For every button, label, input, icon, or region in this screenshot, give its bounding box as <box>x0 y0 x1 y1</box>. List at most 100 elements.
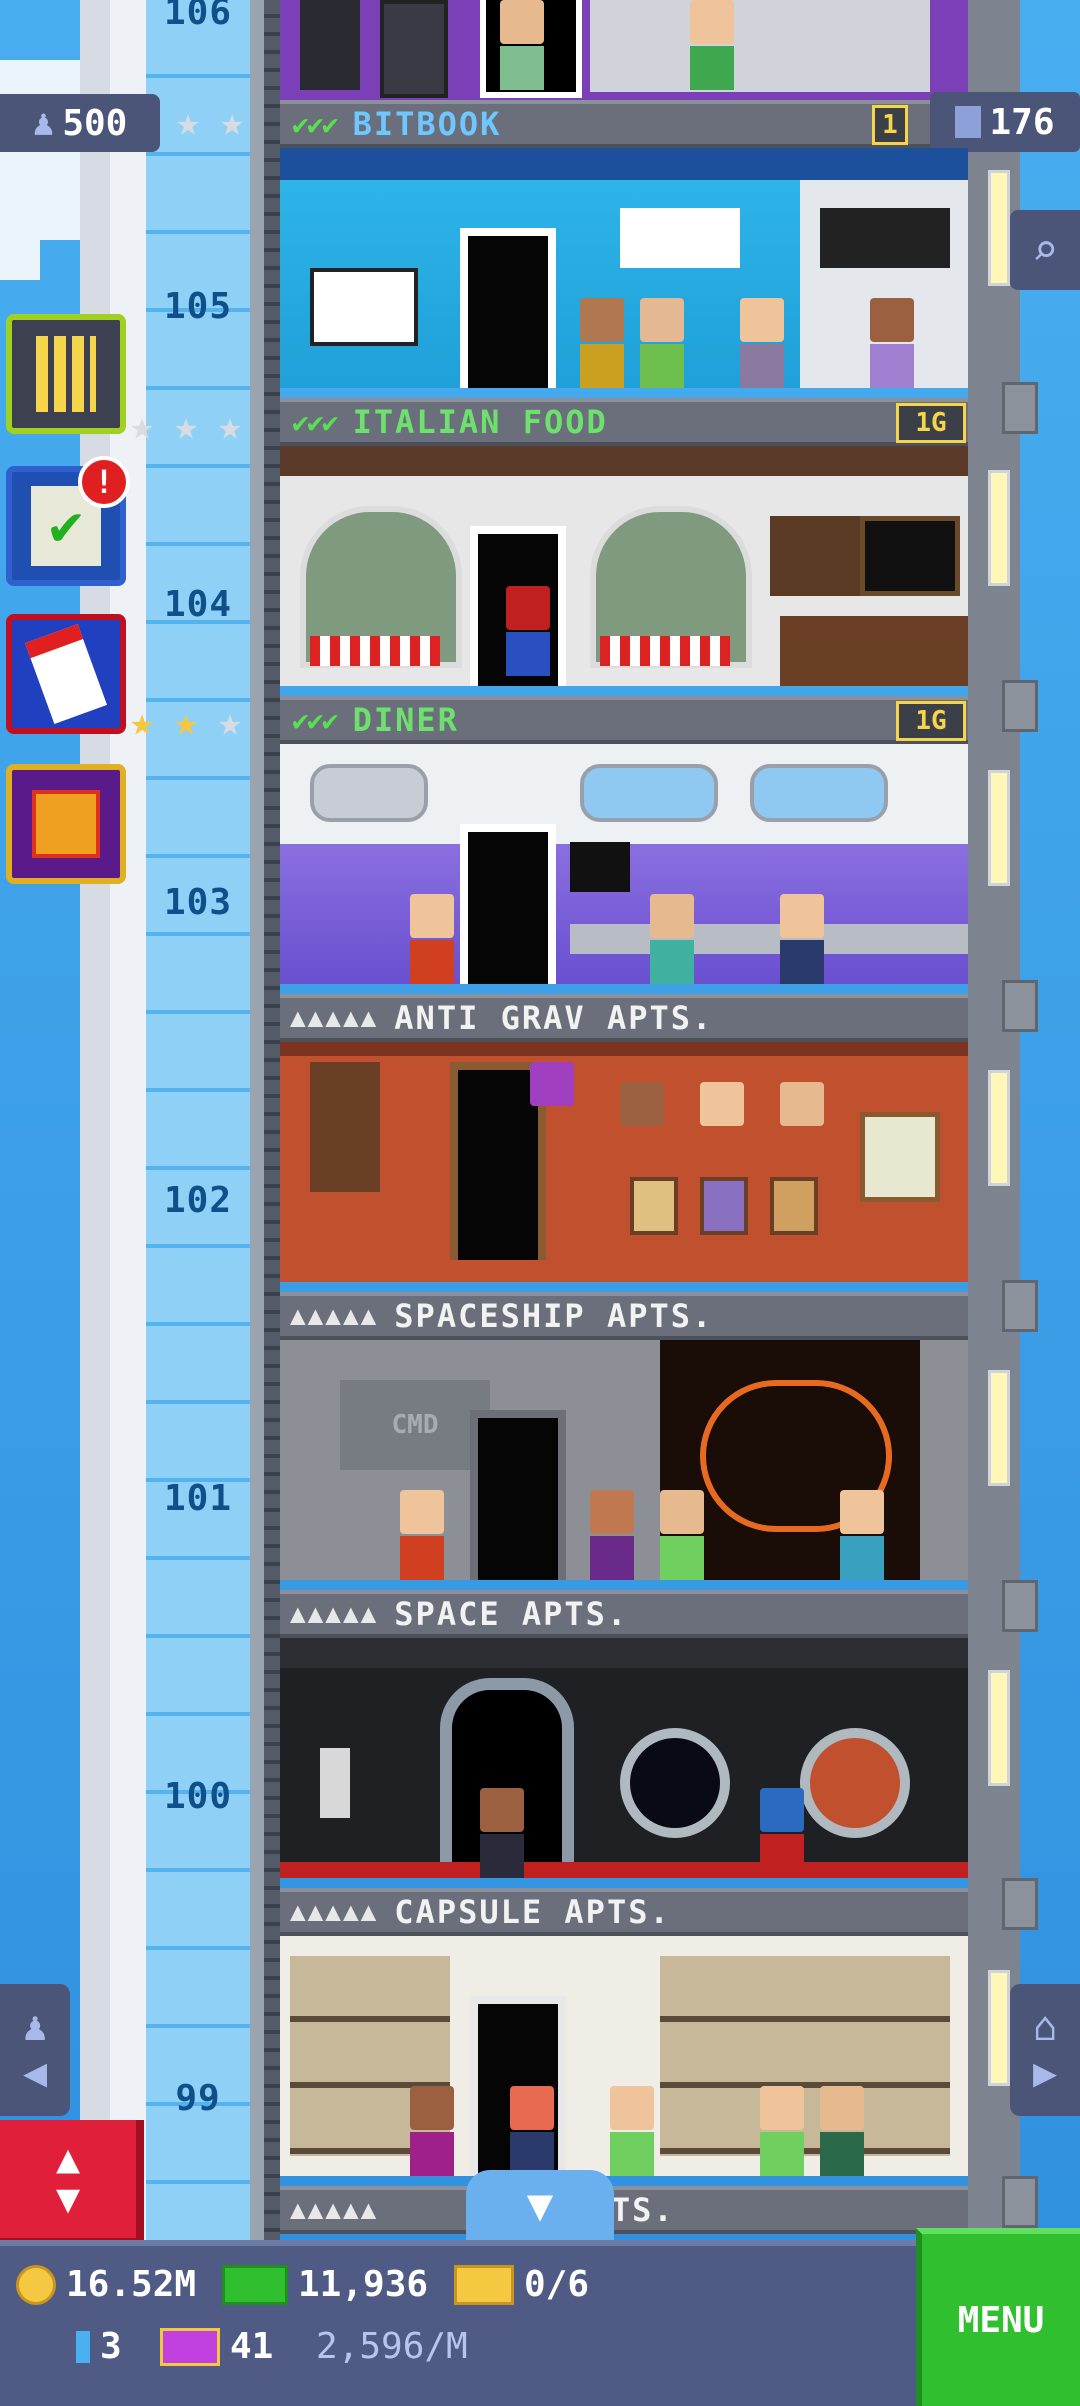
income-rate-value: 2,596/M <box>316 2326 468 2367</box>
elevator-upgrade-button[interactable] <box>6 314 126 434</box>
floor-number: 103 <box>163 882 233 923</box>
floor-name: ANTI GRAV APTS. <box>394 999 714 1037</box>
floor-banner-space-apts[interactable]: ▲▲▲▲▲ SPACE APTS. <box>280 1590 968 1638</box>
height-scale <box>146 0 250 2240</box>
floor-name: ITALIAN FOOD <box>352 403 608 441</box>
coins-value: 16.52M <box>66 2264 197 2305</box>
tower-window <box>988 1070 1010 1186</box>
floor-stars: ★ ★ ★ <box>122 702 250 742</box>
floor-tag: 1G <box>896 403 966 443</box>
floor-name: CAPSULE APTS. <box>394 1893 671 1931</box>
italian-food-room[interactable] <box>280 446 968 686</box>
tower-window <box>988 170 1010 286</box>
diner-room[interactable] <box>280 744 968 984</box>
keys-value: 3 <box>100 2326 122 2367</box>
ticket-icon <box>454 2264 514 2305</box>
floor-banner-apts[interactable]: ▲▲▲▲▲ APTS. <box>280 2186 968 2234</box>
floor-name: BITBOOK <box>352 105 502 143</box>
gift-icon <box>32 790 100 858</box>
tower-wall-left <box>264 0 280 2240</box>
menu-button[interactable]: MENU <box>916 2228 1080 2406</box>
floor-106-room[interactable] <box>280 0 968 100</box>
floor-banner-diner[interactable]: ✔✔✔ DINER 1G <box>280 696 968 744</box>
gift-button[interactable] <box>6 764 126 884</box>
bitbook-door <box>460 228 556 388</box>
elevator-bump <box>1002 382 1038 434</box>
floor-name: SPACE APTS. <box>394 1595 629 1633</box>
floor-tag: 1 <box>872 105 908 145</box>
anti-grav-apts-room[interactable] <box>280 1042 968 1282</box>
rent-dots: ▲▲▲▲▲ <box>290 1003 379 1033</box>
floor-stars: ★ ★ <box>168 102 252 142</box>
stars-checks: ✔✔✔ <box>292 703 339 737</box>
income-rate: 2,596/M <box>316 2326 468 2367</box>
floor-count-badge[interactable]: 176 <box>930 92 1080 152</box>
visitor-nav-button[interactable]: ♟ ◀ <box>0 1984 70 2116</box>
floor-banner-bitbook[interactable]: ✔✔✔ BITBOOK 1 <box>280 100 968 148</box>
calendar-icon <box>24 624 108 724</box>
star-icon: ★ <box>129 403 155 449</box>
floor-number: 99 <box>175 2078 221 2119</box>
tower-window <box>988 1970 1010 2086</box>
star-icon: ★ <box>217 699 243 745</box>
key-icon <box>76 2330 90 2363</box>
population-value: 500 <box>62 102 128 144</box>
bux-value: 11,936 <box>298 2264 429 2305</box>
floor-banner-anti-grav-apts[interactable]: ▲▲▲▲▲ ANTI GRAV APTS. <box>280 994 968 1042</box>
cloud <box>0 240 40 280</box>
elevator-bump <box>1002 1580 1038 1632</box>
tickets-stat[interactable]: 0/6 <box>454 2264 589 2305</box>
coins-stat[interactable]: 16.52M <box>16 2264 196 2305</box>
floor-name: DINER <box>352 701 459 739</box>
person-icon: ♟ <box>32 102 55 144</box>
calendar-button[interactable] <box>6 614 126 734</box>
star-icon: ★ <box>219 99 245 145</box>
missions-button[interactable]: ✔ ! <box>6 456 130 586</box>
star-icon: ★ <box>173 699 199 745</box>
tickets-value: 0/6 <box>524 2264 590 2305</box>
search-button[interactable]: ⌕ <box>1010 210 1080 290</box>
rent-dots: ▲▲▲▲▲ <box>290 2195 379 2225</box>
floor-number: 104 <box>163 584 233 625</box>
room-sign: CMD <box>391 1410 439 1440</box>
home-icon: ⌂ <box>1032 2004 1058 2050</box>
elevator-button[interactable]: ▲ ▼ <box>0 2120 144 2246</box>
stars-checks: ✔✔✔ <box>292 107 339 141</box>
floor-name: SPACESHIP APTS. <box>394 1297 714 1335</box>
bux-icon <box>222 2264 288 2305</box>
arrow-up-icon: ▲ <box>55 2136 81 2182</box>
elevator-bump <box>1002 1878 1038 1930</box>
rent-dots: ▲▲▲▲▲ <box>290 1897 379 1927</box>
floor-banner-spaceship-apts[interactable]: ▲▲▲▲▲ SPACESHIP APTS. <box>280 1292 968 1340</box>
tower-window <box>988 770 1010 886</box>
capsule-apts-room[interactable] <box>280 1936 968 2176</box>
home-nav-button[interactable]: ⌂ ▶ <box>1010 1984 1080 2116</box>
floor-number: 100 <box>163 1776 233 1817</box>
elevator-bump <box>1002 2176 1038 2228</box>
vip-value: 41 <box>230 2326 274 2367</box>
floor-banner-capsule-apts[interactable]: ▲▲▲▲▲ CAPSULE APTS. <box>280 1888 968 1936</box>
elevator-bump <box>1002 680 1038 732</box>
star-icon: ★ <box>173 403 199 449</box>
space-apts-room[interactable] <box>280 1638 968 1878</box>
bux-stat[interactable]: 11,936 <box>222 2264 428 2305</box>
floor-number: 101 <box>163 1478 233 1519</box>
scroll-down-button[interactable]: ▼ <box>466 2170 614 2240</box>
vip-stat[interactable]: 41 <box>160 2326 273 2367</box>
tower-window <box>988 1670 1010 1786</box>
floor-count: 176 <box>989 101 1055 143</box>
floor-banner-italian-food[interactable]: ✔✔✔ ITALIAN FOOD 1G <box>280 398 968 446</box>
vip-icon <box>160 2327 220 2366</box>
star-icon: ★ <box>129 699 155 745</box>
arrow-down-icon: ▼ <box>55 2176 81 2222</box>
diner-door <box>460 824 556 984</box>
chevron-down-icon: ▼ <box>526 2179 554 2231</box>
tower-window <box>988 1370 1010 1486</box>
population-counter[interactable]: ♟ 500 <box>0 94 160 152</box>
stars-checks: ✔✔✔ <box>292 405 339 439</box>
bitbook-room[interactable] <box>280 148 968 388</box>
star-icon: ★ <box>175 99 201 145</box>
keys-stat[interactable]: 3 <box>76 2326 122 2367</box>
elevator-bump <box>1002 980 1038 1032</box>
spaceship-apts-room[interactable]: CMD <box>280 1340 968 1580</box>
